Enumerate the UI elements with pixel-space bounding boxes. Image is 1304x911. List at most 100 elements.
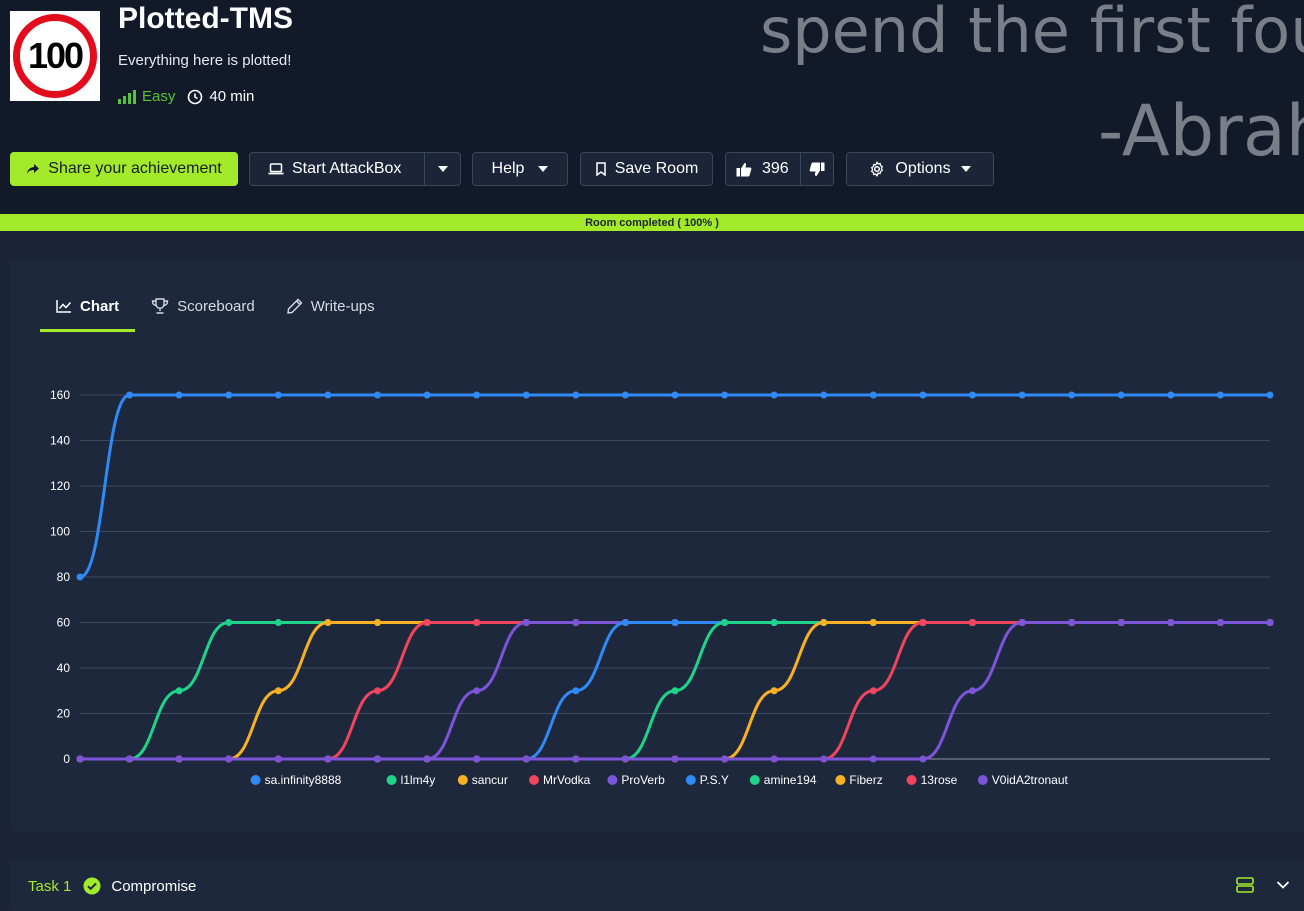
legend-marker [529, 775, 539, 785]
data-point [770, 391, 778, 399]
legend-marker [835, 775, 846, 785]
attackbox-dropdown-button[interactable] [424, 153, 460, 185]
attackbox-button-group: Start AttackBox [249, 152, 461, 186]
task-controls [1236, 877, 1290, 893]
data-point [969, 687, 976, 695]
data-point [473, 687, 481, 695]
bookmark-icon [595, 162, 606, 176]
legend-marker [977, 775, 988, 785]
legend-marker [685, 775, 696, 785]
data-point [969, 619, 976, 626]
data-point [423, 755, 431, 763]
laptop-icon [268, 163, 284, 175]
data-point [770, 755, 778, 763]
data-point [522, 619, 530, 626]
data-point [820, 391, 828, 399]
tab-writeups[interactable]: Write-ups [271, 283, 391, 329]
data-point [1018, 619, 1026, 626]
like-count: 396 [762, 160, 789, 177]
data-point [1167, 391, 1175, 399]
data-point [572, 755, 580, 763]
data-point [1068, 619, 1076, 626]
data-point [919, 755, 927, 763]
data-point [671, 687, 679, 695]
data-point [274, 619, 282, 626]
data-point [274, 687, 282, 695]
chevron-down-icon [960, 166, 971, 172]
data-point [225, 619, 233, 626]
help-label: Help [491, 160, 525, 177]
server-icon[interactable] [1236, 877, 1254, 893]
legend-label: sa.infinity8888 [265, 773, 342, 787]
data-point [374, 755, 381, 763]
room-header: spend the first fou -Abrah 100 Plotted-T… [0, 0, 1304, 214]
legend-marker [457, 775, 468, 785]
tab-scoreboard[interactable]: Scoreboard [135, 283, 271, 329]
data-point [473, 619, 481, 626]
room-progress-bar: Room completed ( 100% ) [0, 214, 1304, 231]
downvote-button[interactable] [801, 162, 833, 177]
data-point [572, 391, 580, 399]
data-point [473, 391, 481, 399]
pencil-icon [286, 298, 303, 314]
data-point [919, 619, 927, 626]
y-tick-label: 40 [57, 661, 71, 675]
difficulty-label: Easy [142, 88, 176, 105]
data-point [721, 391, 729, 399]
tab-chart[interactable]: Chart [40, 283, 136, 332]
y-tick-label: 0 [63, 752, 70, 766]
data-point [770, 619, 778, 626]
data-point [324, 755, 332, 763]
legend-label: sancur [472, 773, 508, 787]
options-button[interactable]: Options [846, 152, 994, 186]
data-point [225, 391, 233, 399]
y-tick-label: 140 [50, 434, 70, 448]
banner-quote-line1: spend the first fou [760, 0, 1304, 67]
data-point [671, 755, 679, 763]
save-room-button[interactable]: Save Room [580, 152, 713, 186]
gear-icon [871, 161, 884, 177]
data-point [770, 687, 778, 695]
y-tick-label: 120 [50, 479, 70, 493]
help-button[interactable]: Help [472, 152, 568, 186]
trophy-icon [151, 298, 169, 314]
start-attackbox-label: Start AttackBox [292, 160, 402, 177]
duration-label: 40 min [209, 88, 255, 105]
y-tick-label: 60 [57, 616, 71, 630]
data-point [671, 619, 679, 626]
legend-marker [250, 775, 261, 785]
task-number: Task 1 [28, 877, 72, 895]
chart-panel: Chart Scoreboard Write-ups 0 20 40 60 80 100 1… [10, 261, 1304, 831]
legend-label: l1lm4y [401, 773, 436, 787]
upvote-button[interactable]: 396 [726, 153, 801, 185]
page-title: Plotted-TMS [118, 2, 293, 35]
legend-marker [607, 775, 618, 785]
task-row[interactable]: Task 1 Compromise [10, 861, 1304, 911]
data-point [869, 755, 877, 763]
room-tabs: Chart Scoreboard Write-ups [40, 283, 391, 332]
tab-writeups-label: Write-ups [310, 297, 375, 315]
data-point [374, 619, 381, 626]
data-point [175, 755, 183, 763]
share-achievement-button[interactable]: Share your achievement [10, 152, 238, 186]
data-point [76, 573, 84, 581]
chevron-down-icon[interactable] [1276, 880, 1290, 890]
legend-marker [906, 775, 917, 785]
data-point [1068, 391, 1076, 399]
difficulty-icon [118, 89, 136, 104]
data-point [869, 391, 877, 399]
y-tick-label: 80 [57, 570, 71, 584]
data-point [1117, 619, 1125, 626]
legend-label: V0idA2tronaut [992, 773, 1069, 787]
room-meta: Easy 40 min [118, 88, 254, 105]
share-icon [27, 164, 40, 174]
start-attackbox-button[interactable]: Start AttackBox [250, 160, 424, 178]
data-point [423, 619, 431, 626]
y-tick-label: 100 [50, 525, 70, 539]
data-point [76, 755, 84, 763]
data-point [473, 755, 481, 763]
tab-chart-label: Chart [80, 297, 120, 315]
options-label: Options [895, 160, 951, 177]
legend-label: Fiberz [849, 773, 882, 787]
legend-label: P.S.Y [700, 773, 729, 787]
